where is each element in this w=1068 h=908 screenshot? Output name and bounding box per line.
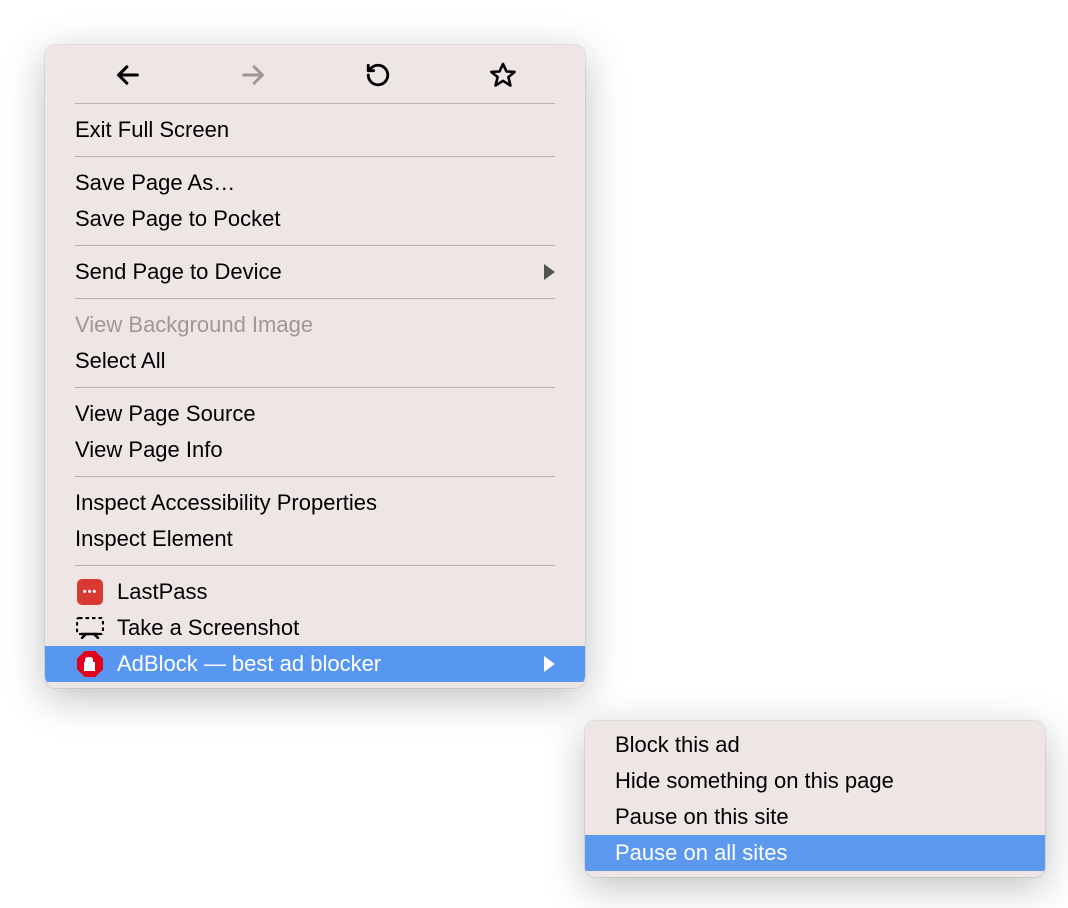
- menu-item-label: Select All: [75, 348, 555, 374]
- menu-item-label: View Page Info: [75, 437, 555, 463]
- menu-item-label: Send Page to Device: [75, 259, 544, 285]
- submenu-arrow-icon: [544, 264, 555, 280]
- submenu-item-pause-this-site[interactable]: Pause on this site: [585, 799, 1045, 835]
- menu-group: Send Page to Device: [45, 246, 585, 298]
- menu-item-view-page-source[interactable]: View Page Source: [45, 396, 585, 432]
- menu-group: Exit Full Screen: [45, 104, 585, 156]
- menu-group: Save Page As… Save Page to Pocket: [45, 157, 585, 245]
- menu-item-label: Inspect Accessibility Properties: [75, 490, 555, 516]
- submenu-item-pause-all-sites[interactable]: Pause on all sites: [585, 835, 1045, 871]
- reload-icon[interactable]: [364, 61, 392, 89]
- menu-item-label: Inspect Element: [75, 526, 555, 552]
- menu-item-label: Pause on this site: [615, 804, 1015, 830]
- menu-item-label: AdBlock — best ad blocker: [117, 651, 544, 677]
- bookmark-star-icon[interactable]: [489, 61, 517, 89]
- menu-item-select-all[interactable]: Select All: [45, 343, 585, 379]
- menu-item-label: Pause on all sites: [615, 840, 1015, 866]
- menu-item-label: Block this ad: [615, 732, 1015, 758]
- menu-item-label: Exit Full Screen: [75, 117, 555, 143]
- adblock-icon: [75, 649, 105, 679]
- nav-icon-row: [45, 51, 585, 103]
- menu-group: View Page Source View Page Info: [45, 388, 585, 476]
- menu-item-adblock[interactable]: AdBlock — best ad blocker: [45, 646, 585, 682]
- menu-group: Inspect Accessibility Properties Inspect…: [45, 477, 585, 565]
- menu-item-take-screenshot[interactable]: Take a Screenshot: [45, 610, 585, 646]
- menu-item-save-page-as[interactable]: Save Page As…: [45, 165, 585, 201]
- menu-item-label: Save Page As…: [75, 170, 555, 196]
- screenshot-icon: [75, 613, 105, 643]
- menu-group-extensions: LastPass Take a Screenshot AdBlock — bes…: [45, 566, 585, 686]
- submenu-item-block-this-ad[interactable]: Block this ad: [585, 727, 1045, 763]
- menu-item-label: View Page Source: [75, 401, 555, 427]
- adblock-submenu: Block this ad Hide something on this pag…: [585, 721, 1045, 877]
- context-menu: Exit Full Screen Save Page As… Save Page…: [45, 45, 585, 688]
- forward-icon[interactable]: [239, 61, 267, 89]
- menu-item-label: Hide something on this page: [615, 768, 1015, 794]
- menu-item-label: Save Page to Pocket: [75, 206, 555, 232]
- menu-group: View Background Image Select All: [45, 299, 585, 387]
- submenu-arrow-icon: [544, 656, 555, 672]
- menu-item-view-page-info[interactable]: View Page Info: [45, 432, 585, 468]
- menu-item-inspect-a11y[interactable]: Inspect Accessibility Properties: [45, 485, 585, 521]
- menu-item-save-to-pocket[interactable]: Save Page to Pocket: [45, 201, 585, 237]
- back-icon[interactable]: [114, 61, 142, 89]
- lastpass-icon: [75, 577, 105, 607]
- menu-item-lastpass[interactable]: LastPass: [45, 574, 585, 610]
- menu-item-inspect-element[interactable]: Inspect Element: [45, 521, 585, 557]
- menu-item-label: Take a Screenshot: [117, 615, 555, 641]
- menu-item-view-bg-image: View Background Image: [45, 307, 585, 343]
- menu-item-exit-fullscreen[interactable]: Exit Full Screen: [45, 112, 585, 148]
- menu-item-label: LastPass: [117, 579, 555, 605]
- menu-item-send-to-device[interactable]: Send Page to Device: [45, 254, 585, 290]
- submenu-item-hide-something[interactable]: Hide something on this page: [585, 763, 1045, 799]
- menu-item-label: View Background Image: [75, 312, 555, 338]
